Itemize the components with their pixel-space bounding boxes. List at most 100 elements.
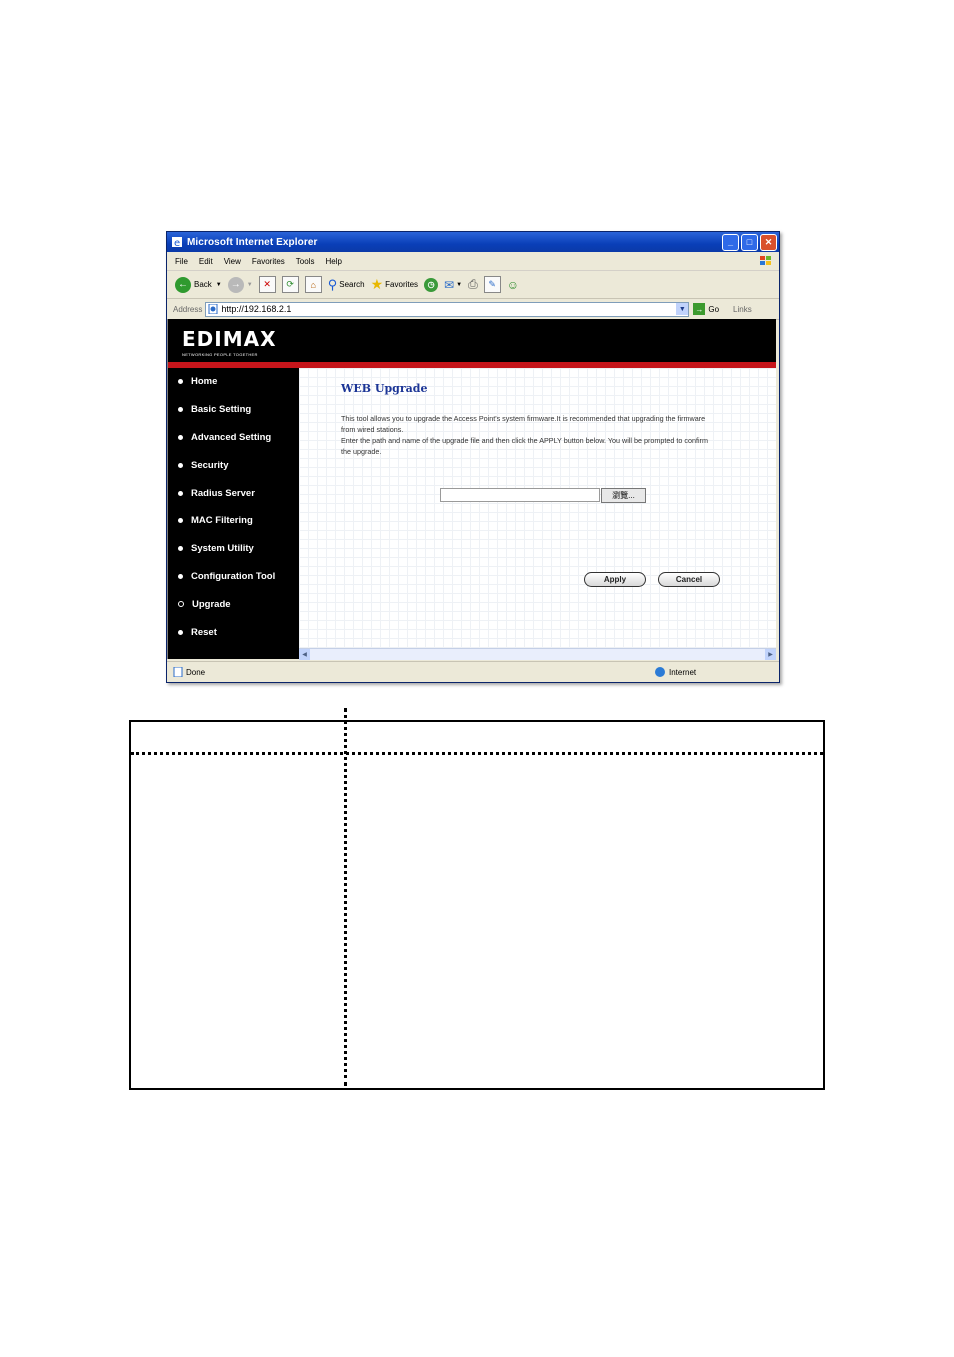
menu-help[interactable]: Help (325, 257, 341, 266)
back-arrow-icon: ← (175, 276, 191, 293)
bullet-icon (178, 518, 183, 524)
edit-button[interactable]: ✎ (483, 276, 501, 293)
history-icon: ◷ (424, 277, 439, 292)
sidebar-item-basic-setting[interactable]: Basic Setting (168, 396, 299, 424)
home-icon: ⌂ (304, 276, 322, 293)
stop-button[interactable]: ✕ (258, 276, 276, 293)
description-line-1: This tool allows you to upgrade the Acce… (341, 414, 706, 434)
toolbar: ← Back ▼ → ▼ ✕ ⟳ ⌂ ⚲ Search ★ Favorites … (167, 271, 779, 299)
menu-bar: File Edit View Favorites Tools Help (167, 252, 779, 271)
messenger-button[interactable]: ☺ (507, 278, 519, 292)
sidebar-item-advanced-setting[interactable]: Advanced Setting (168, 424, 299, 452)
scroll-left-icon[interactable]: ◀ (299, 649, 310, 660)
sidebar-item-label: MAC Filtering (191, 515, 253, 527)
menu-edit[interactable]: Edit (199, 257, 213, 266)
edimax-logo: EDIMAX (182, 327, 277, 351)
status-done: Done (173, 667, 655, 677)
sidebar-item-label: Basic Setting (191, 404, 252, 416)
search-icon: ⚲ (327, 276, 338, 292)
svg-text:e: e (174, 238, 180, 248)
description: This tool allows you to upgrade the Acce… (341, 413, 719, 457)
stop-icon: ✕ (258, 276, 276, 293)
address-url: http://192.168.2.1 (221, 304, 292, 314)
refresh-button[interactable]: ⟳ (281, 276, 299, 293)
menu-tools[interactable]: Tools (296, 257, 315, 266)
bullet-icon (178, 573, 183, 579)
chevron-down-icon: ▼ (215, 281, 222, 288)
forward-button[interactable]: → ▼ (227, 276, 253, 293)
links-button[interactable]: Links (733, 305, 752, 314)
print-button[interactable]: ⎙ (468, 277, 478, 292)
bullet-icon (178, 462, 183, 468)
sidebar-item-system-utility[interactable]: System Utility (168, 535, 299, 563)
mail-button[interactable]: ✉ ▼ (444, 278, 462, 292)
menu-view[interactable]: View (224, 257, 241, 266)
menu-file[interactable]: File (175, 257, 188, 266)
sidebar-item-label: System Utility (191, 543, 254, 555)
title-bar: e Microsoft Internet Explorer _ □ ✕ (167, 232, 779, 252)
horizontal-scrollbar[interactable]: ◀ ▶ (299, 648, 776, 660)
sidebar-item-label: Home (191, 376, 218, 388)
go-button[interactable]: → Go (693, 303, 719, 315)
print-icon: ⎙ (468, 277, 478, 291)
sidebar-item-reset[interactable]: Reset (168, 618, 299, 646)
bullet-icon (178, 407, 183, 413)
chevron-down-icon[interactable]: ▼ (676, 303, 689, 315)
status-text: Done (186, 667, 206, 677)
address-bar: Address http://192.168.2.1 ▼ → Go Links (167, 299, 779, 320)
browse-button[interactable]: 瀏覽... (601, 488, 646, 503)
home-button[interactable]: ⌂ (304, 276, 322, 293)
firmware-file-input[interactable] (440, 488, 600, 502)
bullet-icon (178, 379, 183, 385)
sidebar-item-security[interactable]: Security (168, 451, 299, 479)
bullet-icon (178, 546, 183, 552)
bullet-icon (178, 490, 183, 496)
menu-favorites[interactable]: Favorites (252, 257, 285, 266)
search-button[interactable]: ⚲ Search (328, 277, 365, 293)
sidebar-item-label: Upgrade (192, 598, 231, 610)
page-header: EDIMAX NETWORKING PEOPLE TOGETHER (168, 319, 776, 362)
bullet-icon (178, 434, 183, 440)
sidebar-item-label: Radius Server (191, 487, 255, 499)
bullet-icon (178, 629, 183, 635)
edit-icon: ✎ (483, 276, 501, 293)
mail-icon: ✉ (444, 277, 455, 292)
favorites-button[interactable]: ★ Favorites (371, 276, 418, 293)
apply-button[interactable]: Apply (584, 572, 646, 587)
cancel-button[interactable]: Cancel (658, 572, 720, 587)
sidebar-item-label: Advanced Setting (191, 431, 272, 443)
maximize-button[interactable]: □ (741, 233, 758, 251)
blank-table (129, 708, 825, 1090)
sidebar-item-upgrade[interactable]: Upgrade (168, 590, 299, 618)
go-arrow-icon: → (693, 303, 706, 315)
sidebar-item-home[interactable]: Home (168, 368, 299, 396)
close-button[interactable]: ✕ (760, 233, 777, 251)
page-title: WEB Upgrade (341, 382, 428, 395)
globe-icon (655, 667, 665, 677)
zone-text: Internet (669, 667, 697, 677)
web-page: EDIMAX NETWORKING PEOPLE TOGETHER Home B… (167, 319, 776, 660)
search-label: Search (339, 280, 365, 289)
sidebar-item-mac-filtering[interactable]: MAC Filtering (168, 507, 299, 535)
history-button[interactable]: ◷ (424, 277, 439, 292)
ie-icon: e (172, 237, 182, 248)
messenger-icon: ☺ (506, 277, 519, 292)
sidebar-item-label: Security (191, 459, 229, 471)
go-label: Go (708, 304, 720, 314)
page-icon (208, 304, 218, 314)
main-content: WEB Upgrade This tool allows you to upgr… (299, 368, 776, 648)
window-title: Microsoft Internet Explorer (187, 236, 318, 248)
forward-arrow-icon: → (227, 276, 244, 293)
sidebar-item-label: Reset (191, 626, 217, 638)
favorites-label: Favorites (385, 280, 419, 289)
chevron-down-icon: ▼ (246, 281, 253, 288)
address-label: Address (173, 304, 203, 314)
sidebar: Home Basic Setting Advanced Setting Secu… (168, 368, 299, 659)
sidebar-item-configuration-tool[interactable]: Configuration Tool (168, 563, 299, 591)
minimize-button[interactable]: _ (722, 233, 739, 251)
address-input[interactable]: http://192.168.2.1 ▼ (205, 301, 690, 317)
scroll-right-icon[interactable]: ▶ (765, 649, 776, 660)
chevron-down-icon: ▼ (456, 281, 463, 288)
back-button[interactable]: ← Back ▼ (175, 276, 222, 293)
sidebar-item-radius-server[interactable]: Radius Server (168, 479, 299, 507)
